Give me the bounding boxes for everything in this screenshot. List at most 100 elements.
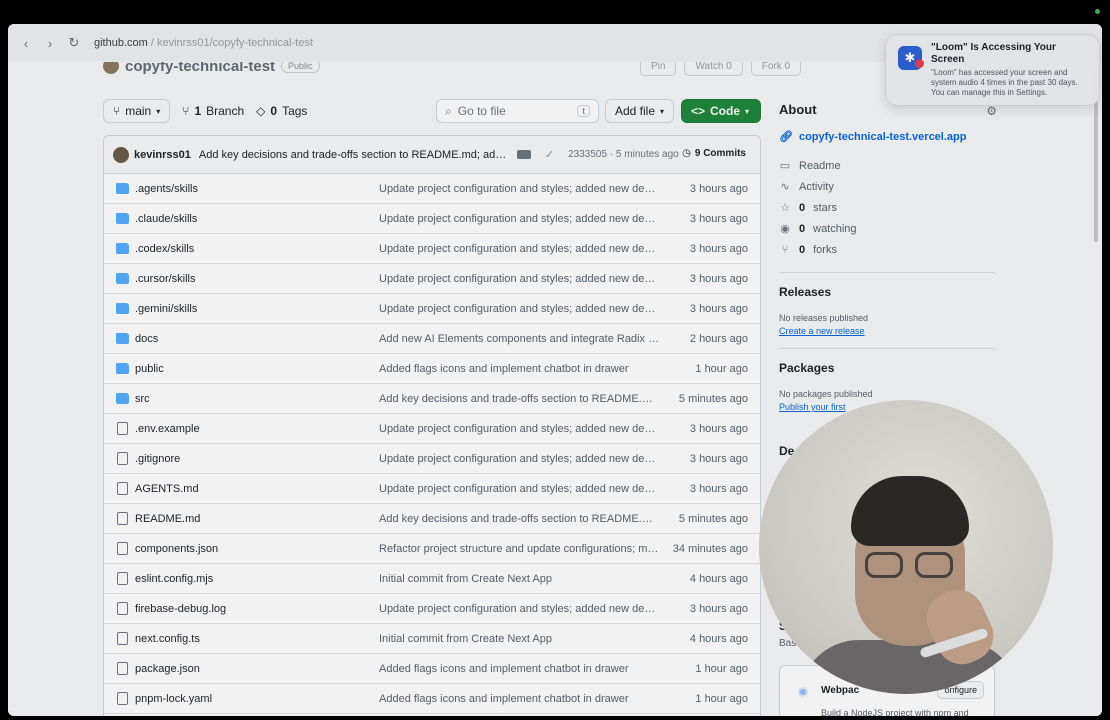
fork-button[interactable]: Fork 0	[750, 62, 802, 76]
file-commit-message[interactable]: Update project configuration and styles;…	[379, 483, 661, 495]
address-bar[interactable]: github.com / kevinrss01/copyfy-technical…	[94, 37, 313, 49]
reload-icon[interactable]: ↻	[62, 31, 86, 55]
file-commit-message[interactable]: Add key decisions and trade-offs section…	[379, 393, 661, 405]
file-icon	[117, 572, 128, 585]
branch-select[interactable]: ⑂ main ▾	[103, 99, 171, 123]
file-row[interactable]: README.md Add key decisions and trade-off…	[104, 504, 760, 534]
file-row[interactable]: src Add key decisions and trade-offs sect…	[104, 384, 760, 414]
ellipsis-icon[interactable]	[516, 150, 531, 159]
forward-icon[interactable]: ›	[38, 31, 62, 55]
file-commit-message[interactable]: Update project configuration and styles;…	[379, 303, 661, 315]
add-file-button[interactable]: Add file ▾	[605, 99, 675, 123]
file-name[interactable]: public	[135, 363, 164, 375]
back-icon[interactable]: ‹	[14, 31, 38, 55]
tags-link[interactable]: ◇ 0 Tags	[256, 104, 307, 118]
fork-icon: ⑂	[781, 243, 789, 256]
file-row[interactable]: docs Add new AI Elements components and i…	[104, 324, 760, 354]
file-commit-message[interactable]: Added flags icons and implement chatbot …	[379, 663, 661, 675]
loom-notification[interactable]: ✱ "Loom" Is Accessing Your Screen "Loom"…	[885, 34, 1100, 106]
file-row[interactable]: eslint.config.mjs Initial commit from Cre…	[104, 564, 760, 594]
file-name[interactable]: pnpm-lock.yaml	[135, 693, 212, 705]
file-name[interactable]: .gemini/skills	[135, 303, 197, 315]
check-icon[interactable]: ✓	[545, 148, 554, 161]
file-name[interactable]: docs	[135, 333, 158, 345]
file-commit-message[interactable]: Add new AI Elements components and integ…	[379, 333, 661, 345]
book-icon: ▭	[779, 160, 791, 172]
go-to-file-input[interactable]: ⌕ Go to file t	[436, 99, 599, 123]
pin-button[interactable]: Pin	[640, 62, 677, 76]
file-name[interactable]: .claude/skills	[135, 213, 197, 225]
commit-message[interactable]: Add key decisions and trade-offs section…	[199, 149, 507, 161]
forks-label: forks	[813, 243, 837, 256]
file-row[interactable]: next.config.ts Initial commit from Create…	[104, 624, 760, 654]
file-name[interactable]: firebase-debug.log	[135, 603, 226, 615]
file-commit-message[interactable]: Update project configuration and styles;…	[379, 243, 661, 255]
branches-link[interactable]: ⑂ 1 Branch	[182, 104, 244, 118]
repo-name[interactable]: copyfy-technical-test	[125, 62, 275, 75]
commit-author[interactable]: kevinrss01	[134, 149, 191, 161]
file-name[interactable]: AGENTS.md	[135, 483, 199, 495]
file-row[interactable]: AGENTS.md Update project configuration an…	[104, 474, 760, 504]
file-name[interactable]: components.json	[135, 543, 218, 555]
file-commit-time: 3 hours ago	[689, 213, 748, 225]
file-name[interactable]: README.md	[135, 513, 200, 525]
file-row[interactable]: .gemini/skills Update project configurati…	[104, 294, 760, 324]
stars-count: 0	[799, 201, 806, 214]
search-icon: ⌕	[445, 103, 452, 118]
file-name[interactable]: next.config.ts	[135, 633, 200, 645]
code-button[interactable]: <> Code ▾	[681, 99, 761, 123]
file-row[interactable]: pnpm-lock.yaml Added flags icons and impl…	[104, 684, 760, 714]
file-row[interactable]: public Added flags icons and implement ch…	[104, 354, 760, 384]
activity-link[interactable]: ∿ Activity	[779, 176, 995, 197]
commits-link[interactable]: ◷ 9 Commits	[682, 148, 746, 159]
caret-down-icon: ▾	[660, 106, 665, 116]
file-commit-message[interactable]: Refactor project structure and update co…	[379, 543, 661, 555]
packages-title[interactable]: Packages	[779, 361, 995, 375]
owner-avatar[interactable]	[103, 62, 119, 74]
gear-icon[interactable]: ⚙	[986, 104, 997, 118]
file-commit-message[interactable]: Initial commit from Create Next App	[379, 633, 661, 645]
file-name[interactable]: .gitignore	[135, 453, 180, 465]
forks-link[interactable]: ⑂ 0 forks	[779, 239, 995, 260]
file-icon	[117, 602, 128, 615]
file-row[interactable]: components.json Refactor project structur…	[104, 534, 760, 564]
file-name[interactable]: src	[135, 393, 150, 405]
file-name[interactable]: package.json	[135, 663, 200, 675]
author-avatar[interactable]	[113, 146, 129, 163]
file-row[interactable]: .cursor/skills Update project configurati…	[104, 264, 760, 294]
file-commit-message[interactable]: Added flags icons and implement chatbot …	[379, 363, 661, 375]
file-name[interactable]: .cursor/skills	[135, 273, 196, 285]
website-link[interactable]: 🔗︎ copyfy-technical-test.vercel.app	[779, 130, 995, 144]
file-row[interactable]: .env.example Update project configuration…	[104, 414, 760, 444]
file-name[interactable]: eslint.config.mjs	[135, 573, 213, 585]
stars-link[interactable]: ☆ 0 stars	[779, 197, 995, 218]
create-release-link[interactable]: Create a new release	[779, 326, 995, 336]
file-commit-time: 1 hour ago	[695, 663, 748, 675]
watch-button[interactable]: Watch 0	[684, 62, 743, 76]
readme-link[interactable]: ▭ Readme	[779, 155, 995, 176]
webcam-bubble[interactable]	[759, 400, 1053, 694]
file-commit-message[interactable]: Update project configuration and styles;…	[379, 603, 661, 615]
file-commit-message[interactable]: Update project configuration and styles;…	[379, 453, 661, 465]
file-row[interactable]: package.json Added flags icons and implem…	[104, 654, 760, 684]
file-name[interactable]: .env.example	[135, 423, 200, 435]
releases-title[interactable]: Releases	[779, 285, 995, 299]
file-row[interactable]: .claude/skills Update project configurati…	[104, 204, 760, 234]
file-name[interactable]: .agents/skills	[135, 183, 198, 195]
file-commit-time: 3 hours ago	[689, 483, 748, 495]
file-commit-message[interactable]: Initial commit from Create Next App	[379, 573, 661, 585]
file-row[interactable]: .gitignore Update project configuration a…	[104, 444, 760, 474]
commit-meta[interactable]: 2333505 · 5 minutes ago	[568, 149, 679, 160]
file-row[interactable]: .codex/skills Update project configuratio…	[104, 234, 760, 264]
file-row[interactable]: firebase-debug.log Update project configu…	[104, 594, 760, 624]
file-commit-message[interactable]: Update project configuration and styles;…	[379, 213, 661, 225]
file-row[interactable]: .agents/skills Update project configurati…	[104, 174, 760, 204]
file-commit-message[interactable]: Add key decisions and trade-offs section…	[379, 513, 661, 525]
file-commit-message[interactable]: Added flags icons and implement chatbot …	[379, 693, 661, 705]
file-commit-message[interactable]: Update project configuration and styles;…	[379, 423, 661, 435]
watching-link[interactable]: ◉ 0 watching	[779, 218, 995, 239]
file-commit-message[interactable]: Update project configuration and styles;…	[379, 183, 661, 195]
file-commit-message[interactable]: Update project configuration and styles;…	[379, 273, 661, 285]
folder-icon	[116, 363, 129, 374]
file-name[interactable]: .codex/skills	[135, 243, 194, 255]
